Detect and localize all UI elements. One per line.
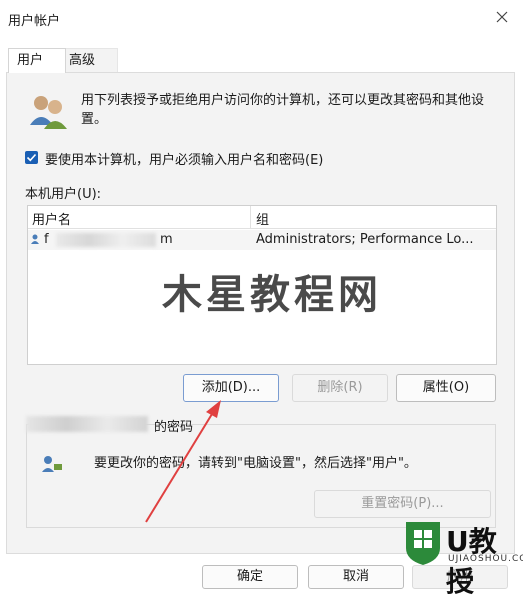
brand-logo: U教授 UJIAOSHOU.COM	[404, 518, 523, 598]
intro-text: 用下列表授予或拒绝用户访问你的计算机，还可以更改其密码和其他设置。	[81, 93, 485, 127]
table-row[interactable]: f m Administrators; Performance Lo...	[28, 230, 496, 250]
local-users-label: 本机用户(U):	[25, 187, 102, 202]
row-group: Administrators; Performance Lo...	[256, 232, 474, 247]
column-divider	[250, 206, 251, 228]
add-button[interactable]: 添加(D)...	[183, 374, 279, 402]
password-instructions: 要更改你的密码，请转到"电脑设置"，然后选择"用户"。	[94, 456, 417, 471]
title-bar: 用户帐户	[0, 0, 523, 36]
tab-advanced[interactable]: 高级	[60, 48, 118, 73]
ok-button[interactable]: 确定	[202, 565, 298, 589]
properties-button[interactable]: 属性(O)	[396, 374, 496, 402]
remove-button[interactable]: 删除(R)	[292, 374, 388, 402]
cancel-button[interactable]: 取消	[308, 565, 404, 589]
window-title: 用户帐户	[8, 14, 61, 29]
row-username-start: f	[44, 232, 49, 247]
password-icon	[40, 454, 66, 474]
require-password-checkbox[interactable]	[25, 151, 38, 164]
redacted-account-name	[26, 416, 148, 432]
column-username[interactable]: 用户名	[32, 209, 71, 228]
windows-shield-icon	[406, 522, 440, 565]
watermark-text: 木星教程网	[162, 272, 382, 318]
users-icon	[27, 91, 71, 131]
redacted-username	[56, 233, 156, 247]
close-icon	[496, 11, 508, 23]
logo-subtext: UJIAOSHOU.COM	[448, 554, 523, 564]
close-button[interactable]	[491, 6, 513, 28]
row-username-end: m	[160, 232, 173, 247]
reset-password-button[interactable]: 重置密码(P)...	[314, 490, 491, 518]
list-header: 用户名 组	[28, 206, 496, 229]
tab-users[interactable]: 用户	[8, 48, 66, 73]
column-group[interactable]: 组	[256, 209, 269, 228]
password-section-title: 的密码	[154, 420, 194, 435]
checkmark-icon	[26, 153, 37, 162]
user-icon	[31, 234, 39, 244]
require-password-label[interactable]: 要使用本计算机，用户必须输入用户名和密码(E)	[45, 149, 323, 168]
